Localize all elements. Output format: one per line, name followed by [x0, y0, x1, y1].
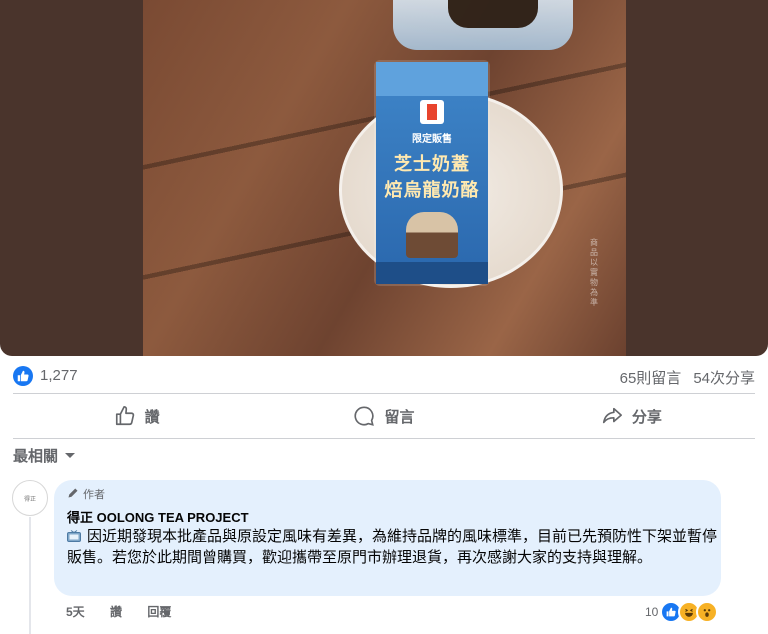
- comment-bubble: 作者 得正 OOLONG TEA PROJECT 因近期發現本批產品與原設定風味…: [54, 480, 721, 596]
- comment-sort-dropdown[interactable]: 最相關: [13, 445, 76, 466]
- share-button[interactable]: 分享: [508, 396, 755, 436]
- post-stats: 1,277 65則留言 54次分享: [13, 364, 755, 388]
- label-title-line1: 芝士奶蓋: [394, 154, 470, 174]
- reaction-count: 10: [645, 605, 659, 619]
- chevron-down-icon: [64, 447, 76, 464]
- comment-body: 因近期發現本批產品與原設定風味有差異，為維持品牌的風味標準，目前已先預防性下架並…: [67, 526, 717, 568]
- pudding-illustration: [406, 212, 458, 258]
- post-photo[interactable]: 限定販售 芝士奶蓋 焙烏龍奶酪 商品以實物為準: [0, 0, 768, 356]
- comment-button[interactable]: 留言: [260, 396, 507, 436]
- author-badge-label: 作者: [83, 489, 105, 501]
- avatar-logo-text: 得正: [23, 496, 36, 503]
- comment-author-name[interactable]: 得正 OOLONG TEA PROJECT: [67, 507, 249, 526]
- comment-count[interactable]: 65則留言: [620, 370, 682, 387]
- comment-reactions[interactable]: 10: [645, 601, 719, 623]
- comment-time[interactable]: 5天: [66, 605, 85, 619]
- like-button-label: 讚: [144, 408, 160, 426]
- action-bar: 讚 留言 分享: [13, 396, 755, 436]
- comment-meta: 5天 讚 回覆: [66, 603, 193, 620]
- author-badge: 作者: [67, 486, 105, 502]
- comment-like-link[interactable]: 讚: [110, 605, 122, 619]
- product-label: 限定販售 芝士奶蓋 焙烏龍奶酪: [376, 62, 488, 284]
- comment-reply-link[interactable]: 回覆: [147, 605, 171, 619]
- label-limited-text: 限定販售: [412, 134, 452, 145]
- label-title-line2: 焙烏龍奶酪: [384, 180, 480, 200]
- background-cup: [393, 0, 573, 50]
- thumbs-up-icon: [114, 405, 136, 427]
- like-button[interactable]: 讚: [13, 396, 260, 436]
- comment-text: 因近期發現本批產品與原設定風味有差異，為維持品牌的風味標準，目前已先預防性下架並…: [67, 528, 718, 566]
- comment-bubble-icon: [353, 405, 375, 427]
- avatar[interactable]: 得正: [12, 480, 48, 516]
- like-count[interactable]: 1,277: [40, 367, 78, 384]
- share-count[interactable]: 54次分享: [693, 370, 755, 387]
- sort-label: 最相關: [13, 448, 59, 465]
- share-arrow-icon: [601, 405, 623, 427]
- wow-reaction-icon: [696, 601, 719, 623]
- thread-line: [29, 517, 31, 634]
- like-reaction-icon[interactable]: [13, 366, 33, 386]
- comment-button-label: 留言: [384, 408, 415, 426]
- share-button-label: 分享: [631, 408, 662, 426]
- tv-emoji-icon: [67, 527, 81, 542]
- divider-bottom: [13, 438, 755, 439]
- divider-top: [13, 393, 755, 394]
- photo-disclaimer: 商品以實物為準: [590, 238, 598, 307]
- pen-icon: [67, 487, 79, 502]
- seven-eleven-logo: [420, 100, 444, 124]
